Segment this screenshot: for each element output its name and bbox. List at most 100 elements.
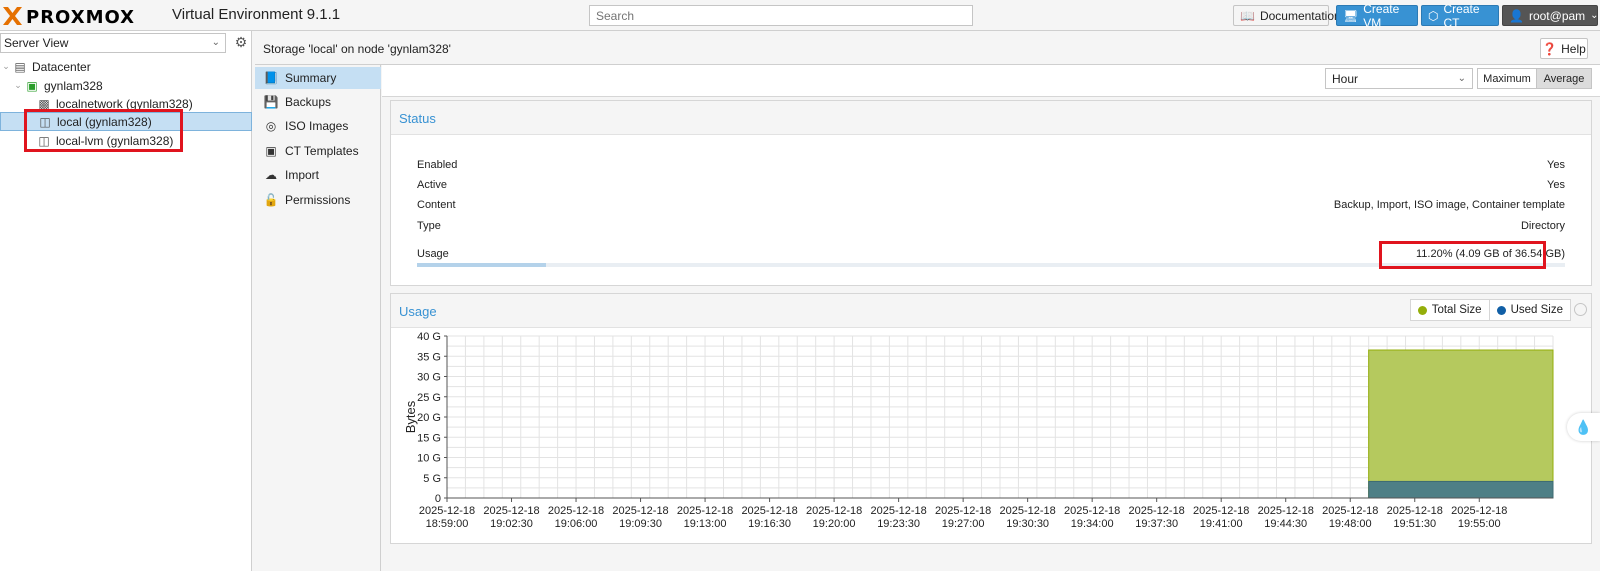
status-value: Yes [1547, 179, 1565, 191]
content-header: Storage 'local' on node 'gynlam328' ❓ He… [255, 33, 1600, 65]
help-button[interactable]: ❓ Help [1540, 38, 1588, 59]
undo-zoom-icon[interactable] [1574, 303, 1587, 316]
view-select-value: Server View [4, 36, 69, 50]
nav-item-label: Backups [285, 95, 332, 109]
y-tick-label: 5 G [423, 473, 441, 485]
create-ct-label: Create CT [1443, 1, 1480, 30]
x-tick-label-date: 2025-12-18 [483, 505, 539, 517]
x-tick-label-time: 19:55:00 [1458, 518, 1501, 530]
x-tick-label-date: 2025-12-18 [1322, 505, 1378, 517]
x-tick-label-time: 19:37:30 [1135, 518, 1178, 530]
user-menu-button[interactable]: 👤 root@pam ⌄ [1502, 5, 1599, 26]
top-bar: PROXMOX Virtual Environment 9.1.1 📖 Docu… [0, 0, 1600, 31]
nav-item-label: CT Templates [285, 144, 359, 158]
chevron-down-icon[interactable]: ⌄ [12, 80, 24, 91]
cube-icon: ⬡ [1428, 8, 1439, 23]
legend-item-used-size[interactable]: Used Size [1488, 300, 1570, 320]
highlight-box [24, 109, 183, 152]
x-tick-label-date: 2025-12-18 [1000, 505, 1056, 517]
gear-icon[interactable]: ⚙ [232, 34, 250, 52]
floppy-icon: 💾 [263, 95, 279, 109]
nav-item-import[interactable]: ☁ Import [255, 164, 381, 186]
legend-label: Used Size [1510, 304, 1563, 316]
book-icon: 📖 [1240, 8, 1255, 23]
maximum-button[interactable]: Maximum [1477, 68, 1537, 89]
proxmox-logo[interactable]: PROXMOX [2, 5, 170, 27]
create-vm-label: Create VM [1363, 1, 1400, 30]
chevron-down-icon[interactable]: ⌄ [0, 61, 12, 72]
y-tick-label: 35 G [417, 351, 441, 363]
y-tick-label: 0 [435, 493, 441, 505]
chevron-down-icon: ⌄ [1590, 10, 1599, 21]
create-ct-button[interactable]: ⬡ Create CT [1421, 2, 1499, 30]
status-panel: Status Enabled Yes Active Yes Content Ba… [390, 100, 1592, 286]
tree-item-label: gynlam328 [44, 78, 103, 93]
status-label: Usage [417, 248, 449, 260]
app-version: Virtual Environment 9.1.1 [172, 6, 341, 23]
search-input[interactable] [589, 5, 973, 26]
svg-text:PROXMOX: PROXMOX [26, 7, 135, 27]
view-select[interactable]: Server View ⌄ [0, 33, 226, 53]
x-tick-label-time: 19:30:30 [1006, 518, 1049, 530]
nav-item-ct-templates[interactable]: ▣ CT Templates [255, 140, 381, 162]
x-tick-label-time: 19:16:30 [748, 518, 791, 530]
y-tick-label: 40 G [417, 331, 441, 343]
x-tick-label-date: 2025-12-18 [935, 505, 991, 517]
status-label: Content [417, 199, 456, 211]
x-tick-label-time: 19:02:30 [490, 518, 533, 530]
x-tick-label-date: 2025-12-18 [806, 505, 862, 517]
usage-panel: Usage Total Size Used Size 05 G 10 G 15 G2… [390, 293, 1592, 544]
y-tick-label: 30 G [417, 372, 441, 384]
x-tick-label-time: 19:27:00 [942, 518, 985, 530]
cloud-upload-icon: ☁ [265, 168, 277, 182]
nav-item-label: Summary [285, 71, 337, 85]
x-tick-label-time: 19:09:30 [619, 518, 662, 530]
nav-item-label: ISO Images [285, 119, 349, 133]
nav-item-backups[interactable]: 💾 Backups [255, 91, 381, 113]
x-tick-label-time: 19:06:00 [555, 518, 598, 530]
tree-item-node[interactable]: ⌄ ▣ gynlam328 [0, 76, 252, 95]
area-used-size [1368, 480, 1554, 499]
chevron-down-icon: ⌄ [211, 37, 220, 48]
status-row-active: Active Yes [417, 179, 1565, 197]
help-label: Help [1561, 41, 1586, 56]
timeframe-select[interactable]: Hour ⌄ [1325, 68, 1473, 89]
tree-item-datacenter[interactable]: ⌄ ▤ Datacenter [0, 57, 252, 76]
x-tick-label-time: 19:34:00 [1071, 518, 1114, 530]
y-axis-label: Bytes [403, 400, 418, 433]
status-row-content: Content Backup, Import, ISO image, Conta… [417, 199, 1565, 217]
y-tick-label: 10 G [417, 453, 441, 465]
nav-item-permissions[interactable]: 🔓 Permissions [255, 189, 381, 211]
legend-label: Total Size [1431, 304, 1482, 316]
average-button[interactable]: Average [1536, 68, 1592, 89]
legend-dot [1496, 305, 1506, 315]
x-tick-label-time: 19:48:00 [1329, 518, 1372, 530]
status-value: Directory [1520, 220, 1565, 232]
summary-toolbar: Hour ⌄ Maximum Average [382, 65, 1600, 97]
legend-item-total-size[interactable]: Total Size [1411, 300, 1489, 320]
nav-item-iso-images[interactable]: ◎ ISO Images [255, 115, 381, 137]
nav-item-summary[interactable]: 📘 Summary [255, 67, 381, 89]
unlock-icon: 🔓 [263, 193, 279, 207]
y-tick-label: 25 G [417, 392, 441, 404]
timeframe-value: Hour [1332, 72, 1359, 86]
storage-nav: 📘 Summary 💾 Backups ◎ ISO Images ▣ CT Te… [255, 65, 381, 571]
color-theme-icon[interactable]: 💧 [1567, 413, 1600, 441]
x-tick-label-date: 2025-12-18 [1064, 505, 1120, 517]
x-tick-label-time: 19:51:30 [1393, 518, 1436, 530]
resource-tree-panel: Server View ⌄ ⚙ ⌄ ▤ Datacenter ⌄ ▣ gynla… [0, 31, 252, 571]
create-vm-button[interactable]: 🖥 Create VM [1336, 2, 1418, 30]
x-tick-label-date: 2025-12-18 [1129, 505, 1185, 517]
documentation-button[interactable]: 📖 Documentation [1233, 5, 1341, 26]
x-tick-label-date: 2025-12-18 [870, 505, 926, 517]
x-tick-label-date: 2025-12-18 [548, 505, 604, 517]
x-tick-label-time: 19:44:30 [1264, 518, 1307, 530]
legend-dot [1417, 305, 1427, 315]
node-online-icon: ▣ [26, 78, 38, 93]
book-icon: 📘 [263, 71, 279, 85]
template-icon: ▣ [265, 144, 277, 158]
proxmox-logo-mark: PROXMOX [3, 7, 135, 27]
x-tick-label-date: 2025-12-18 [1451, 505, 1507, 517]
status-row-type: Type Directory [417, 220, 1565, 238]
status-value: Yes [1547, 159, 1565, 171]
